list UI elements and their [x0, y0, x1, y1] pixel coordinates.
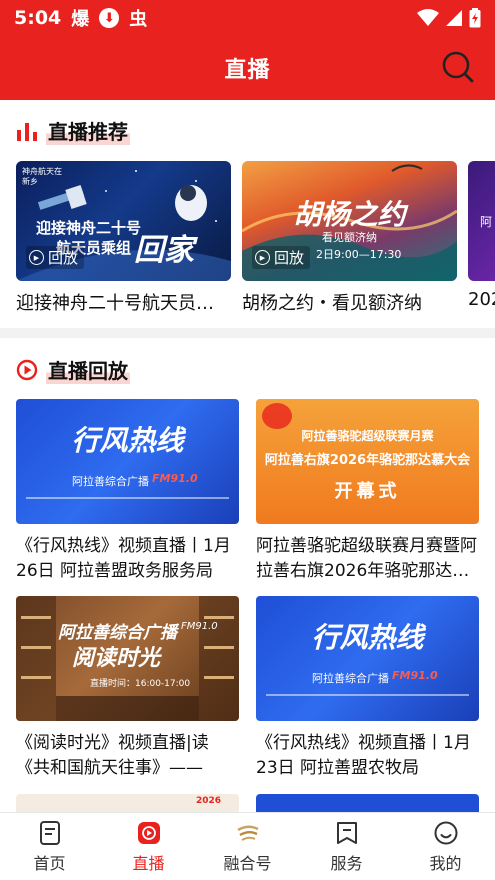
- tab-live[interactable]: 直播: [99, 813, 198, 880]
- bottom-tab-bar: 首页 直播 融合号 服务 我的: [0, 812, 495, 880]
- thumb-fm-text: FM91.0: [152, 472, 198, 485]
- replay-section-title: 直播回放: [16, 355, 130, 384]
- replay-card-title: 《阅读时光》视频直播|读《共和国航天往事》——: [16, 733, 209, 778]
- recommend-card[interactable]: 神舟航天在新乡 迎接神舟二十号 航天员乘组 回家 ▶ 回放 迎接神舟二十号航天员…: [16, 161, 231, 315]
- recommend-title-text: 直播推荐: [46, 116, 130, 145]
- replay-card[interactable]: 阿拉善骆驼超级联赛月赛 阿拉善右旗2026年骆驼那达慕大会 开幕式 阿拉善骆驼超…: [256, 399, 479, 584]
- notification-icon-bug: 虫: [129, 9, 148, 30]
- replay-thumbnail: 阿拉善综合广播 FM91.0 阅读时光 直播时间：16:00-17:00: [16, 596, 239, 721]
- recommend-card-title: 2026: [468, 289, 495, 310]
- search-icon[interactable]: [441, 50, 475, 84]
- thumb-big-text: 行风热线: [311, 621, 424, 654]
- replay-card[interactable]: 行风热线 阿拉善综合广播 FM91.0 《行风热线》视频直播丨1月23日 阿拉善…: [256, 596, 479, 781]
- service-icon: [336, 821, 357, 844]
- tab-home-label: 首页: [33, 853, 66, 873]
- tab-home[interactable]: 首页: [0, 813, 99, 880]
- recommend-carousel[interactable]: 神舟航天在新乡 迎接神舟二十号 航天员乘组 回家 ▶ 回放 迎接神舟二十号航天员…: [16, 161, 495, 321]
- tab-mine[interactable]: 我的: [396, 813, 495, 880]
- replay-card-title: 阿拉善骆驼超级联赛月赛暨阿拉善右旗2026年骆驼那达慕大会: [256, 536, 477, 581]
- tab-live-label: 直播: [132, 853, 165, 873]
- tab-media[interactable]: 融合号: [198, 813, 297, 880]
- event-logo: [262, 403, 292, 429]
- thumb-big-text: 开幕式: [334, 481, 401, 502]
- replay-thumbnail: 行风热线 阿拉善综合广播 FM91.0: [16, 399, 239, 524]
- tab-service-label: 服务: [330, 853, 363, 873]
- home-doc-icon: [39, 820, 60, 845]
- thumb-line-1: 阿拉善骆驼超级联赛月赛: [301, 429, 434, 443]
- section-divider: [0, 328, 495, 338]
- status-bar: 5:04 爆 ⬇ 虫: [0, 0, 495, 36]
- thumb-fm-text: FM91.0: [392, 669, 438, 682]
- thumb-big-text: 行风热线: [71, 424, 184, 457]
- tab-service[interactable]: 服务: [297, 813, 396, 880]
- wifi-icon: [417, 9, 439, 26]
- thumb-decor-line: [26, 497, 229, 499]
- battery-icon: [469, 8, 481, 28]
- recommend-card-title: 迎接神舟二十号航天员乘组回家: [16, 293, 231, 314]
- thumb-sub-text: 看见额济纳: [322, 231, 377, 244]
- thumb-sub-text: 阿拉善综合广播: [312, 672, 389, 685]
- recommend-section-title: 直播推荐: [16, 116, 130, 145]
- status-time: 5:04: [14, 7, 62, 29]
- tab-media-label: 融合号: [223, 853, 272, 873]
- replay-card-partial[interactable]: [256, 794, 479, 812]
- live-play-icon: [137, 821, 160, 844]
- replay-card-title: 《行风热线》视频直播丨1月23日 阿拉善盟农牧局: [256, 733, 471, 778]
- recommend-thumbnail: 阿: [468, 161, 495, 281]
- replay-card-partial[interactable]: 2026: [16, 794, 239, 812]
- thumb-corner-text: 神舟航天在新乡: [22, 167, 62, 186]
- replay-thumbnail: 行风热线 阿拉善综合广播 FM91.0: [256, 596, 479, 721]
- replay-card[interactable]: 行风热线 阿拉善综合广播 FM91.0 《行风热线》视频直播丨1月26日 阿拉善…: [16, 399, 239, 584]
- play-icon: ▶: [255, 250, 270, 265]
- thumb-big-text: 回家: [134, 233, 194, 268]
- thumb-big-text-2: 阅读时光: [72, 646, 161, 671]
- replay-badge-text: 回放: [274, 249, 305, 267]
- media-logo-icon: [236, 825, 259, 841]
- thumb-corner-text: 阿: [480, 215, 493, 229]
- thumb-line-2: 阿拉善右旗2026年骆驼那达慕大会: [264, 453, 471, 468]
- thumb-sub-text: 阿拉善综合广播: [72, 475, 149, 488]
- notification-icon-bao: 爆: [71, 9, 90, 30]
- recommend-card[interactable]: 阿 2026: [468, 161, 495, 310]
- thumb-text: 2026: [196, 796, 222, 806]
- thumb-fm-text: FM91.0: [181, 621, 218, 632]
- replay-badge-text: 回放: [48, 249, 79, 267]
- replay-thumbnail: 阿拉善骆驼超级联赛月赛 阿拉善右旗2026年骆驼那达慕大会 开幕式: [256, 399, 479, 524]
- play-icon: ▶: [29, 250, 44, 265]
- thumb-decor-line: [266, 694, 469, 696]
- replay-card-title: 《行风热线》视频直播丨1月26日 阿拉善盟政务服务局: [16, 536, 231, 581]
- thumb-time-text: 2日9:00—17:30: [316, 248, 402, 261]
- replay-card[interactable]: 阿拉善综合广播 FM91.0 阅读时光 直播时间：16:00-17:00 《阅读…: [16, 596, 239, 781]
- recommend-thumbnail: 胡杨之约 看见额济纳 2日9:00—17:30 ▶ 回放: [242, 161, 457, 281]
- tab-mine-label: 我的: [429, 853, 462, 873]
- replay-icon: [16, 359, 38, 380]
- download-icon: ⬇: [99, 8, 120, 28]
- replay-badge: ▶ 回放: [252, 246, 311, 269]
- recommend-card[interactable]: 胡杨之约 看见额济纳 2日9:00—17:30 ▶ 回放 胡杨之约・看见额济纳: [242, 161, 457, 315]
- replay-title-text: 直播回放: [46, 355, 130, 384]
- app-header: 直播: [0, 36, 495, 100]
- page-title: 直播: [224, 58, 271, 83]
- bar-chart-icon: [17, 122, 37, 141]
- thumb-big-text: 胡杨之约: [293, 198, 406, 231]
- recommend-thumbnail: 神舟航天在新乡 迎接神舟二十号 航天员乘组 回家 ▶ 回放: [16, 161, 231, 281]
- thumb-time-text: 直播时间：16:00-17:00: [90, 679, 191, 689]
- profile-smile-icon: [434, 821, 457, 844]
- signal-icon: [446, 10, 462, 26]
- thumb-text: 迎接神舟二十号: [36, 219, 142, 237]
- replay-badge: ▶ 回放: [26, 246, 85, 269]
- recommend-card-title: 胡杨之约・看见额济纳: [242, 293, 422, 314]
